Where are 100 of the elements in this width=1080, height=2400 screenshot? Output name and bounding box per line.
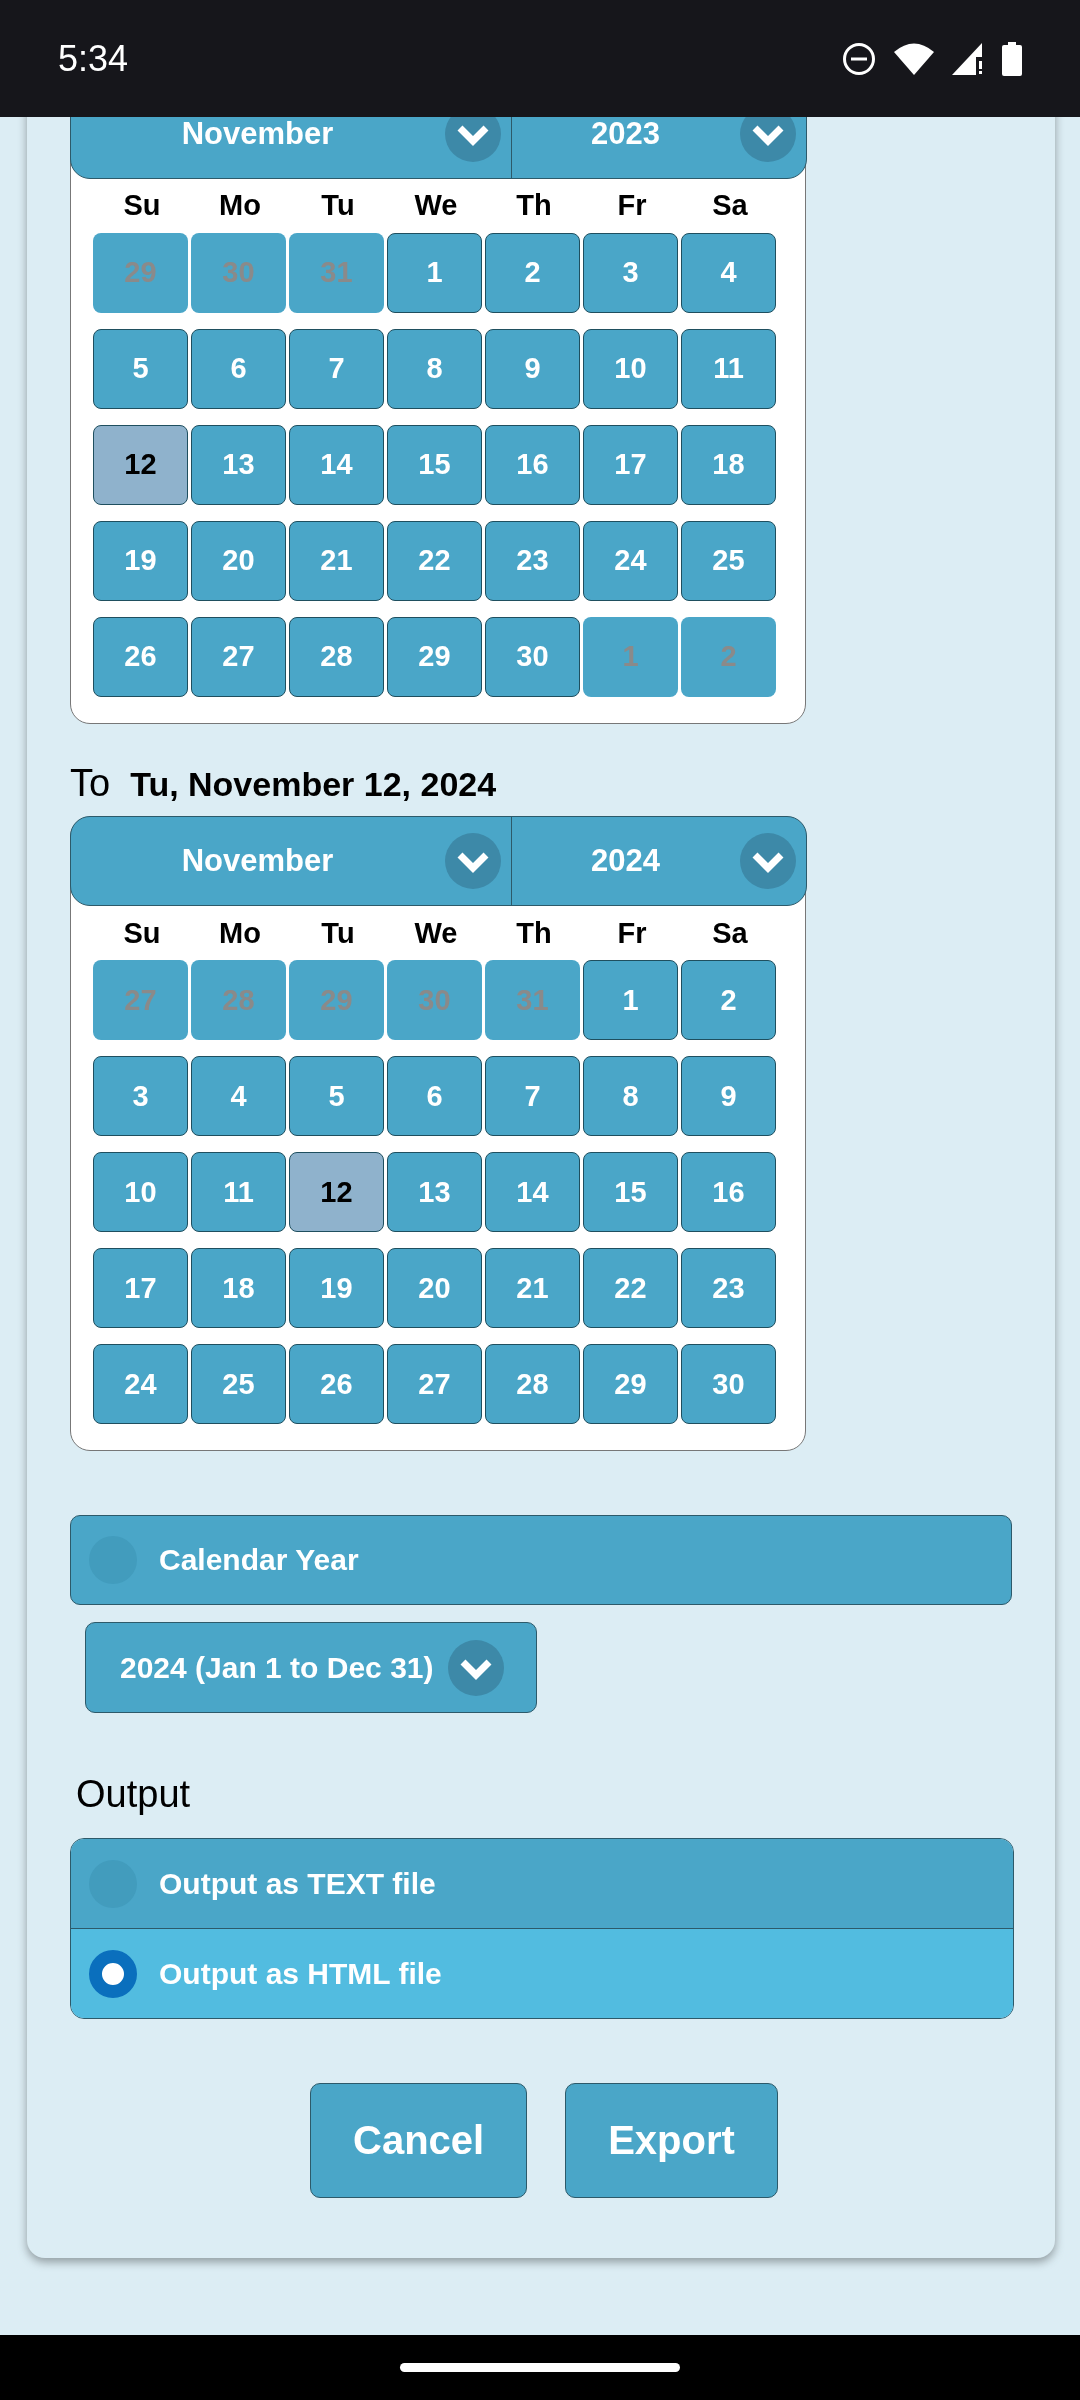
weekday-label: Tu: [320, 189, 356, 222]
to-label: To: [70, 761, 111, 805]
weekday-label: Su: [122, 189, 162, 222]
day-cell[interactable]: 15: [583, 1152, 678, 1232]
day-cell[interactable]: 10: [583, 328, 678, 409]
day-cell[interactable]: 27: [191, 616, 286, 697]
day-cell[interactable]: 16: [681, 1152, 776, 1232]
status-time: 5:34: [58, 37, 129, 80]
month-dropdown[interactable]: November: [70, 117, 512, 178]
calendar-year-option[interactable]: Calendar Year: [70, 1515, 1012, 1605]
day-cell[interactable]: 19: [289, 1248, 384, 1328]
weekday-label: We: [413, 189, 459, 222]
output-option[interactable]: Output as HTML file: [71, 1928, 1013, 2018]
chevron-down-icon: [444, 117, 501, 162]
day-cell[interactable]: 6: [191, 328, 286, 409]
day-cell[interactable]: 24: [93, 1344, 188, 1424]
day-cell[interactable]: 3: [93, 1056, 188, 1136]
option-label: Calendar Year: [159, 1543, 359, 1577]
weekday-label: Th: [515, 916, 553, 950]
day-cell[interactable]: 9: [681, 1056, 776, 1136]
section-heading: Output: [76, 1773, 192, 1816]
day-cell[interactable]: 20: [191, 520, 286, 601]
day-cell[interactable]: 4: [191, 1056, 286, 1136]
home-indicator[interactable]: [400, 2363, 680, 2372]
weekday-label: Tu: [320, 916, 356, 950]
day-cell[interactable]: 27: [387, 1344, 482, 1424]
day-cell[interactable]: 25: [681, 520, 776, 601]
chevron-down-icon: [447, 1639, 504, 1696]
date-label: Tu, November 12, 2024: [130, 764, 497, 804]
day-cell[interactable]: 14: [485, 1152, 580, 1232]
day-cell[interactable]: 14: [289, 424, 384, 505]
day-cell[interactable]: 7: [289, 328, 384, 409]
wifi-icon: [894, 42, 934, 75]
year-dropdown[interactable]: 2024: [511, 817, 806, 905]
day-cell[interactable]: 26: [289, 1344, 384, 1424]
day-cell[interactable]: 2: [681, 960, 776, 1040]
day-cell[interactable]: 26: [93, 616, 188, 697]
chevron-down-icon: [444, 833, 501, 889]
day-cell[interactable]: 1: [583, 960, 678, 1040]
battery-icon: [1002, 41, 1022, 76]
day-cell[interactable]: 12: [289, 1152, 384, 1232]
day-cell[interactable]: 21: [485, 1248, 580, 1328]
day-cell[interactable]: 20: [387, 1248, 482, 1328]
day-cell[interactable]: 1: [387, 232, 482, 313]
day-cell[interactable]: 7: [485, 1056, 580, 1136]
day-cell[interactable]: 25: [191, 1344, 286, 1424]
dialog-button[interactable]: Export: [565, 2083, 778, 2198]
day-cell[interactable]: 8: [583, 1056, 678, 1136]
day-cell[interactable]: 5: [93, 328, 188, 409]
day-cell[interactable]: 23: [681, 1248, 776, 1328]
day-cell[interactable]: 10: [93, 1152, 188, 1232]
radio-button[interactable]: [89, 1949, 137, 1998]
day-cell[interactable]: 9: [485, 328, 580, 409]
weekday-label: Fr: [616, 916, 648, 950]
chevron-down-icon: [739, 833, 796, 889]
weekday-label: Sa: [711, 916, 749, 950]
dialog-button[interactable]: Cancel: [310, 2083, 528, 2198]
day-cell[interactable]: 16: [485, 424, 580, 505]
day-cell[interactable]: 15: [387, 424, 482, 505]
weekday-label: Th: [515, 189, 553, 222]
chevron-down-icon: [739, 117, 796, 162]
day-cell[interactable]: 22: [387, 520, 482, 601]
weekday-label: Su: [122, 916, 162, 950]
day-cell[interactable]: 2: [485, 232, 580, 313]
year-dropdown[interactable]: 2023: [511, 117, 806, 178]
do-not-disturb-icon: [842, 41, 876, 76]
day-cell[interactable]: 17: [583, 424, 678, 505]
day-cell[interactable]: 8: [387, 328, 482, 409]
day-cell[interactable]: 21: [289, 520, 384, 601]
day-cell[interactable]: 22: [583, 1248, 678, 1328]
day-cell[interactable]: 11: [681, 328, 776, 409]
day-cell[interactable]: 28: [289, 616, 384, 697]
output-option[interactable]: Output as TEXT file: [71, 1839, 1013, 1928]
day-cell[interactable]: 28: [485, 1344, 580, 1424]
day-cell[interactable]: 18: [681, 424, 776, 505]
day-cell[interactable]: 29: [387, 616, 482, 697]
day-cell[interactable]: 3: [583, 232, 678, 313]
day-cell[interactable]: 13: [191, 424, 286, 505]
day-cell[interactable]: 12: [93, 424, 188, 505]
weekday-label: Mo: [218, 916, 262, 950]
day-cell[interactable]: 24: [583, 520, 678, 601]
day-cell[interactable]: 11: [191, 1152, 286, 1232]
day-cell[interactable]: 5: [289, 1056, 384, 1136]
day-cell[interactable]: 23: [485, 520, 580, 601]
day-cell[interactable]: 6: [387, 1056, 482, 1136]
weekday-label: We: [413, 916, 459, 950]
signal-icon: [952, 42, 984, 75]
day-cell[interactable]: 17: [93, 1248, 188, 1328]
option-label: Output as TEXT file: [159, 1866, 436, 1901]
year-range-dropdown[interactable]: 2024 (Jan 1 to Dec 31): [85, 1622, 537, 1713]
day-cell[interactable]: 29: [583, 1344, 678, 1424]
day-cell[interactable]: 30: [485, 616, 580, 697]
option-label: Output as HTML file: [159, 1956, 442, 1991]
day-cell[interactable]: 4: [681, 232, 776, 313]
month-dropdown[interactable]: November: [70, 817, 512, 905]
day-cell[interactable]: 19: [93, 520, 188, 601]
day-cell[interactable]: 13: [387, 1152, 482, 1232]
day-cell[interactable]: 30: [681, 1344, 776, 1424]
day-cell[interactable]: 18: [191, 1248, 286, 1328]
weekday-label: Fr: [616, 189, 648, 222]
